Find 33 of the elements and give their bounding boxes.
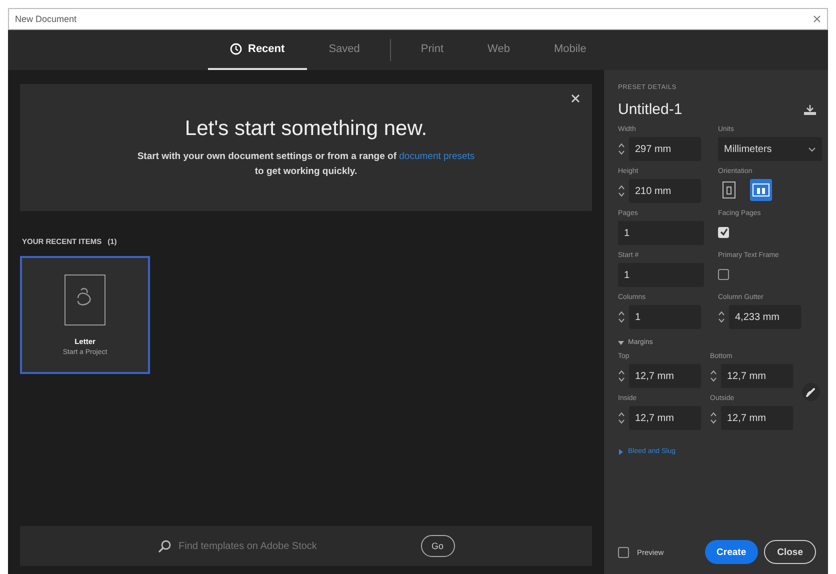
go-button[interactable]: Go bbox=[420, 535, 454, 557]
banner-heading: Let's start something new. bbox=[184, 116, 428, 140]
number-field[interactable]: 12,7 mm bbox=[721, 406, 793, 430]
number-field[interactable]: 297 mm bbox=[629, 137, 701, 161]
banner-text: Start with your own document settings or from a range of document presets to get working quickly. bbox=[137, 150, 475, 178]
number-field[interactable]: 1 bbox=[629, 305, 701, 329]
tab[interactable]: Saved bbox=[306, 30, 382, 70]
document-name: Untitled-1 bbox=[618, 101, 682, 118]
field-value: 12,7 mm bbox=[727, 370, 766, 382]
number-field[interactable]: 4,233 mm bbox=[729, 305, 801, 329]
number-field[interactable]: 12,7 mm bbox=[629, 364, 701, 388]
number-field[interactable]: 12,7 mm bbox=[629, 406, 701, 430]
field-value: 12,7 mm bbox=[727, 412, 766, 424]
field-value: 210 mm bbox=[635, 186, 672, 196]
close-button[interactable]: Close bbox=[764, 540, 816, 564]
field-value: 4,233 mm bbox=[735, 312, 780, 322]
number-field[interactable]: 12,7 mm bbox=[721, 364, 793, 388]
number-field[interactable]: 210 mm bbox=[629, 179, 701, 203]
field-value: Millimeters bbox=[724, 144, 772, 154]
tab[interactable]: Print bbox=[398, 30, 466, 70]
tab[interactable]: Mobile bbox=[532, 30, 608, 70]
units-dropdown[interactable]: Millimeters bbox=[718, 137, 822, 161]
number-field[interactable]: 1 bbox=[618, 221, 704, 245]
number-field[interactable]: 1 bbox=[618, 263, 704, 287]
window-title: New Document bbox=[15, 14, 77, 24]
create-button[interactable]: Create bbox=[704, 540, 758, 564]
tab[interactable]: Web bbox=[466, 30, 532, 70]
field-value: 1 bbox=[635, 312, 641, 322]
search-field[interactable]: Find templates on Adobe Stock bbox=[158, 540, 340, 552]
presets-link[interactable]: document presets bbox=[399, 150, 475, 162]
field-value: 297 mm bbox=[635, 144, 672, 154]
field-value: 12,7 mm bbox=[635, 370, 674, 382]
field-value: 12,7 mm bbox=[635, 412, 674, 424]
